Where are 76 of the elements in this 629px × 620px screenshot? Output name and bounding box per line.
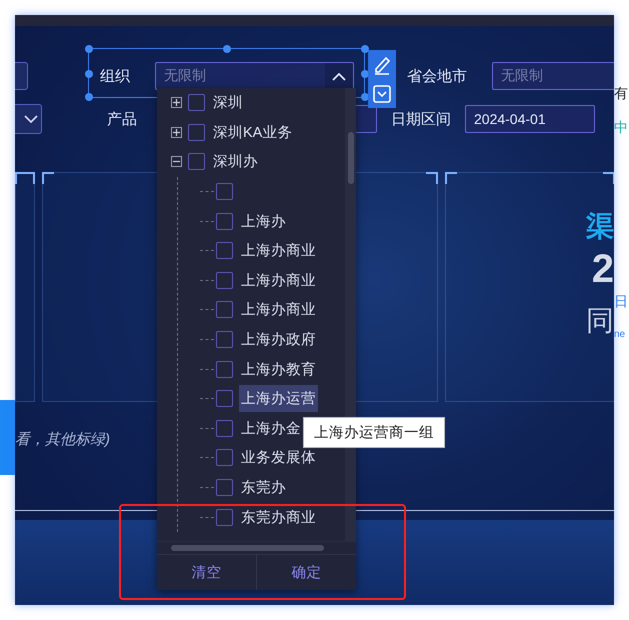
field-label: 产品 [107, 110, 137, 128]
tree-item[interactable]: 上海办商业 [178, 266, 345, 296]
card-subtitle: 同 [586, 307, 614, 335]
expand-icon[interactable] [171, 97, 182, 108]
item-label: 上海办教育 [240, 360, 317, 380]
city-select-field[interactable]: 无限制 [492, 62, 614, 90]
card-title: 渠 [586, 213, 614, 241]
tree-item[interactable]: 上海办运营 [178, 384, 345, 414]
checkbox[interactable] [216, 390, 233, 408]
chevron-down-icon [24, 114, 38, 124]
checkbox[interactable] [216, 272, 233, 289]
select-field[interactable] [15, 104, 42, 134]
tree-item[interactable]: 上海办商业 [178, 236, 345, 266]
field-label: 省会地市 [407, 66, 467, 86]
tree-item[interactable]: 深圳KA业务 [157, 118, 345, 148]
checkbox[interactable] [216, 242, 233, 260]
corner-bracket [603, 172, 614, 184]
item-label: 深圳 [212, 94, 244, 114]
note-text: 看，其他标绿) [15, 430, 110, 449]
tree-item[interactable]: 上海办商业 [178, 295, 345, 325]
item-label: 上海办政府 [240, 330, 317, 350]
tooltip: 上海办运营商一组 [303, 417, 445, 448]
corner-bracket [42, 172, 54, 184]
item-label: 东莞办商业 [240, 508, 317, 528]
item-label: 上海办商业 [240, 272, 317, 291]
item-label: 上海办金 [240, 420, 302, 439]
tree-item[interactable]: 东莞办 [178, 472, 345, 502]
item-label: 上海办商业 [240, 242, 317, 262]
field-label: 日期区间 [391, 110, 451, 128]
placeholder: 无限制 [500, 67, 544, 85]
checkbox[interactable] [216, 301, 233, 318]
field-label: 组织 [100, 66, 130, 86]
checkbox[interactable] [216, 420, 233, 437]
expand-icon[interactable] [171, 126, 182, 138]
corner-bracket [426, 172, 438, 184]
item-label: 上海办运营 [239, 385, 318, 412]
date-field[interactable]: 2024-04-01 [465, 105, 595, 133]
checkbox[interactable] [216, 508, 233, 526]
item-label: 业务发展体 [240, 449, 317, 468]
date-value: 2024-04-01 [473, 111, 547, 127]
tree-item[interactable]: 东莞办商业 [178, 502, 345, 532]
tree-item[interactable]: 上海办 [178, 206, 345, 236]
page-text: ne [614, 330, 626, 340]
corner-bracket [445, 172, 457, 184]
checkbox[interactable] [216, 449, 233, 466]
pencil-icon[interactable] [373, 55, 391, 75]
item-label: 上海办商业 [240, 300, 317, 320]
tree-item[interactable]: 上海办教育 [178, 354, 345, 384]
chevron-up-icon [332, 72, 346, 80]
item-label: 上海办 [240, 212, 287, 232]
tree-item[interactable]: 深圳 [157, 88, 345, 118]
horizontal-scrollbar[interactable] [157, 541, 356, 554]
checkbox[interactable] [216, 212, 233, 230]
checkbox[interactable] [216, 479, 233, 496]
item-label: 深圳办 [212, 153, 259, 172]
tree-item[interactable]: 深圳办 [157, 147, 345, 177]
placeholder: 无限制 [163, 67, 207, 85]
page-text: 有 [614, 86, 628, 100]
confirm-button[interactable]: 确定 [256, 555, 356, 590]
checkbox[interactable] [188, 124, 205, 141]
item-label: 东莞办 [240, 478, 287, 498]
tree-item[interactable]: 上海办政府 [178, 324, 345, 354]
item-label: 深圳KA业务 [212, 124, 294, 143]
page-text: 日 [614, 294, 628, 308]
checkbox[interactable] [188, 153, 205, 170]
card-value: 2 [592, 249, 614, 289]
checkbox[interactable] [216, 183, 233, 200]
page-text: 中 [614, 120, 628, 134]
collapse-icon[interactable] [171, 156, 182, 168]
select-field[interactable] [15, 62, 28, 90]
clear-button[interactable]: 清空 [157, 555, 256, 590]
dropdown-icon[interactable] [373, 85, 391, 103]
org-select-field[interactable]: 无限制 [155, 62, 354, 90]
checkbox[interactable] [216, 331, 233, 348]
checkbox[interactable] [216, 360, 233, 378]
checkbox[interactable] [188, 94, 205, 112]
